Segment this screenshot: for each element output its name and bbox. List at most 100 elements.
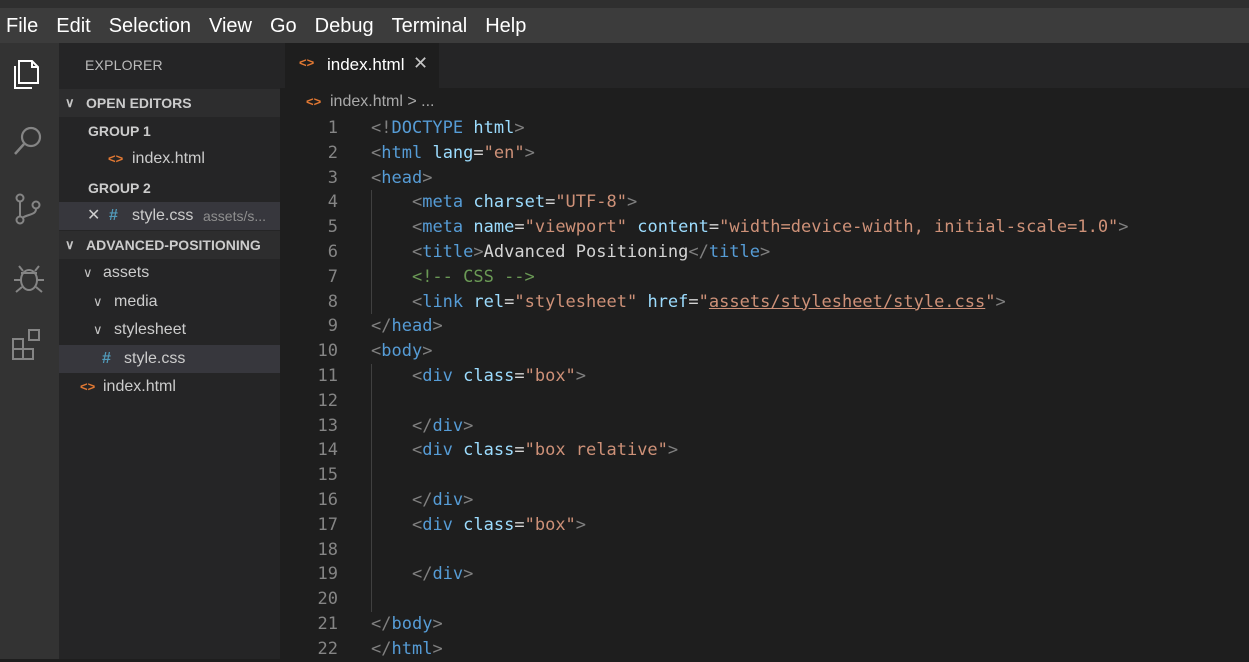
code-token: = [504,291,515,312]
code-line[interactable]: 17 <div class="box"> [296,513,1249,538]
code-token: > [626,192,638,213]
tree-folder-stylesheet[interactable]: ∨ stylesheet [59,316,280,344]
code-text: </head> [371,314,443,339]
code-token: "viewport" [524,217,627,238]
code-text: <link rel="stylesheet" href="assets/styl… [371,290,1006,315]
code-token: </ [688,242,709,262]
menu-help[interactable]: Help [485,12,526,40]
code-token: = [708,217,720,238]
menu-terminal[interactable]: Terminal [392,12,468,40]
group2-label: GROUP 2 [88,180,151,196]
tree-folder-media[interactable]: ∨ media [59,288,280,316]
code-line[interactable]: 13 </div> [296,414,1249,439]
css-file-icon: # [102,350,111,367]
code-token: Advanced Positioning [483,242,689,262]
code-line[interactable]: 6 <title>Advanced Positioning</title> [296,240,1249,265]
breadcrumb-label: index.html > ... [330,93,435,110]
code-line[interactable]: 14 <div class="box relative"> [296,438,1249,463]
chevron-down-icon: ∨ [93,294,103,309]
code-line[interactable]: 7 <!-- CSS --> [296,265,1249,290]
tree-file-style-label: style.css [124,350,186,367]
close-icon[interactable]: ✕ [413,53,428,74]
code-line[interactable]: 21 </body> [296,612,1249,637]
code-token: < [411,514,423,535]
code-text: </html> [371,637,443,662]
code-line[interactable]: 22 </html> [296,637,1249,662]
group2-header[interactable]: GROUP 2 [59,174,280,202]
debug-icon[interactable] [10,259,46,295]
code-line[interactable]: 11 <div class="box"> [296,364,1249,389]
menu-view[interactable]: View [209,12,252,40]
extensions-icon[interactable] [10,327,46,363]
code-token: < [411,366,423,386]
group1-header[interactable]: GROUP 1 [59,117,280,145]
code-line[interactable]: 16 </div> [296,488,1249,513]
line-number: 22 [317,638,338,659]
code-token: rel [473,291,505,312]
code-line[interactable]: 10 <body> [296,339,1249,364]
menu-selection[interactable]: Selection [109,12,191,40]
menu-edit[interactable]: Edit [56,12,90,40]
code-token: title [422,242,474,262]
close-icon[interactable]: ✕ [87,202,100,230]
code-token: < [411,440,423,461]
code-token: < [411,217,423,238]
tree-folder-assets[interactable]: ∨ assets [59,259,280,287]
code-token: " [985,291,996,312]
code-token: </ [411,564,433,585]
code-token: "box relative" [524,440,668,461]
code-line[interactable]: 8 <link rel="stylesheet" href="assets/st… [296,290,1249,315]
tree-file-index-label: index.html [103,378,176,395]
folder-header[interactable]: ∨ ADVANCED-POSITIONING [59,231,280,259]
code-token: div [422,514,453,535]
code-token: > [432,638,443,659]
menu-file[interactable]: File [6,12,38,40]
code-line[interactable]: 12 [296,389,1249,414]
code-editor[interactable]: 1 <!DOCTYPE html> 2 <html lang="en"> 3 <head>… [296,116,1249,659]
tab-label: index.html [327,55,405,74]
menu-debug[interactable]: Debug [315,12,374,40]
explorer-icon[interactable] [10,55,46,91]
code-token: content [637,217,709,238]
code-line[interactable]: 9 </head> [296,314,1249,339]
explorer-title: EXPLORER [85,57,163,73]
code-line[interactable]: 19 </div> [296,562,1249,587]
tree-file-index[interactable]: <> index.html [59,373,280,401]
code-token: DOCTYPE [391,118,464,138]
code-line[interactable]: 15 [296,463,1249,488]
code-line[interactable]: 5 <meta name="viewport" content="width=d… [296,215,1249,240]
code-text: <head> [371,166,432,191]
code-token: "stylesheet" [514,291,638,312]
code-token: > [995,291,1006,312]
code-token: < [411,192,423,213]
code-line[interactable]: 1 <!DOCTYPE html> [296,116,1249,141]
open-editors-header[interactable]: ∨ OPEN EDITORS [59,89,280,117]
menu-go[interactable]: Go [270,12,297,40]
line-number: 8 [327,291,338,312]
code-token: </ [411,415,433,436]
tab-index-html[interactable]: <> index.html ✕ [285,43,439,88]
open-editor-style[interactable]: ✕ # style.css assets/s... [59,202,280,230]
code-token: > [463,490,474,510]
tree-file-style[interactable]: # style.css [59,345,280,373]
code-token: class [463,514,515,535]
code-line[interactable]: 4 <meta charset="UTF-8"> [296,190,1249,215]
code-line[interactable]: 20 [296,587,1249,612]
html-file-icon: <> [80,379,96,394]
line-number: 16 [317,490,338,510]
code-line[interactable]: 2 <html lang="en"> [296,141,1249,166]
code-token: > [463,564,474,585]
code-line[interactable]: 18 [296,538,1249,563]
code-line[interactable]: 3 <head> [296,166,1249,191]
search-icon[interactable] [10,123,46,159]
source-control-icon[interactable] [10,191,46,227]
open-editor-index[interactable]: <> index.html [59,145,280,173]
line-number: 12 [317,390,338,411]
